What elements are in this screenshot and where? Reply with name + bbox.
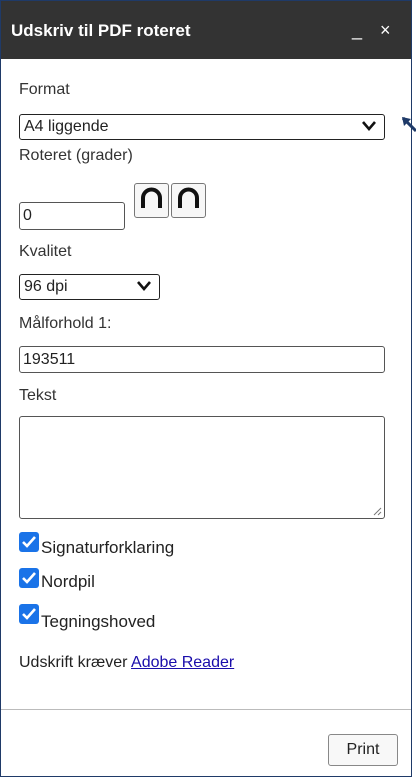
option-label: Tegningshoved bbox=[41, 612, 156, 631]
footer-divider bbox=[1, 709, 411, 710]
pointer-arrow-icon bbox=[402, 117, 416, 133]
scale-value: 193511 bbox=[23, 351, 76, 368]
chevron-down-icon bbox=[137, 281, 151, 291]
chevron-down-icon bbox=[362, 121, 376, 131]
checkmark-icon bbox=[22, 608, 36, 620]
rotate-right-icon bbox=[178, 187, 199, 208]
checkbox-signaturforklaring[interactable] bbox=[19, 532, 39, 552]
quality-label: Kvalitet bbox=[19, 243, 72, 260]
reader-requirement-text: Udskrift kræver bbox=[19, 654, 132, 671]
checkmark-icon bbox=[22, 572, 36, 584]
adobe-reader-link[interactable]: Adobe Reader bbox=[131, 654, 234, 671]
rotation-value: 0 bbox=[23, 207, 32, 224]
scale-input[interactable]: 193511 bbox=[19, 346, 385, 373]
close-button[interactable]: × bbox=[380, 20, 391, 41]
rotate-right-button[interactable] bbox=[171, 183, 206, 218]
rotation-label: Roteret (grader) bbox=[19, 147, 133, 164]
rotate-left-icon bbox=[141, 187, 162, 208]
rotation-input[interactable]: 0 bbox=[19, 202, 125, 230]
option-label: Nordpil bbox=[41, 572, 95, 591]
dialog-title: Udskriv til PDF roteret bbox=[11, 21, 191, 40]
scale-label: Målforhold 1: bbox=[19, 315, 112, 332]
print-dialog: Udskriv til PDF roteret _ × Format A4 li… bbox=[0, 0, 412, 777]
format-select[interactable]: A4 liggende bbox=[19, 114, 385, 140]
print-button[interactable]: Print bbox=[328, 734, 398, 766]
checkbox-tegningshoved[interactable] bbox=[19, 604, 39, 624]
checkmark-icon bbox=[22, 536, 36, 548]
checkbox-nordpil[interactable] bbox=[19, 568, 39, 588]
quality-value: 96 dpi bbox=[24, 278, 68, 295]
reader-requirement: Udskrift kræver Adobe Reader bbox=[19, 654, 234, 672]
rotate-left-button[interactable] bbox=[134, 183, 169, 218]
resize-grip-icon[interactable] bbox=[372, 506, 382, 516]
text-label: Tekst bbox=[19, 387, 57, 404]
format-label: Format bbox=[19, 81, 70, 98]
format-value: A4 liggende bbox=[24, 118, 109, 135]
minimize-button[interactable]: _ bbox=[352, 20, 362, 41]
option-label: Signaturforklaring bbox=[41, 538, 175, 557]
title-bar: Udskriv til PDF roteret _ × bbox=[1, 1, 411, 59]
quality-select[interactable]: 96 dpi bbox=[19, 274, 160, 300]
text-textarea[interactable] bbox=[19, 416, 385, 519]
